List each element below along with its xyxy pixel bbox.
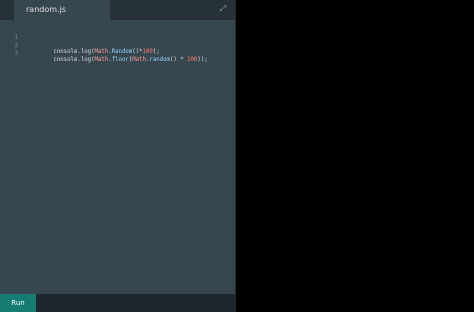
random-token: random xyxy=(149,57,170,63)
editor-footer: Run xyxy=(0,294,236,312)
output-area xyxy=(236,0,474,312)
file-tab-label: random.js xyxy=(26,5,66,14)
code-line: 3 xyxy=(0,44,21,57)
file-tab-random-js[interactable]: random.js xyxy=(14,0,110,20)
run-button[interactable]: Run xyxy=(0,294,36,312)
code-line: 1 console.log(Math.Random()*100); xyxy=(0,28,160,55)
floor-token: floor xyxy=(111,57,129,63)
console-token: console xyxy=(53,57,78,63)
number-token: 100 xyxy=(187,57,198,63)
code-text: console.log(Math.floor(Math.random() * 1… xyxy=(53,57,208,63)
math-token: Math xyxy=(132,57,146,63)
math-token: Math xyxy=(94,57,109,63)
log-token: log xyxy=(80,57,92,63)
code-line: 2 console.log(Math.floor(Math.random() *… xyxy=(0,36,208,63)
editor-tab-bar: random.js ⤢ xyxy=(0,0,236,20)
line-number: 3 xyxy=(14,51,18,57)
expand-icon[interactable]: ⤢ xyxy=(218,4,228,14)
code-editor-panel: random.js ⤢ 1 console.log(Math.Random()*… xyxy=(0,0,236,312)
code-area[interactable]: 1 console.log(Math.Random()*100); 2 cons… xyxy=(0,28,236,282)
